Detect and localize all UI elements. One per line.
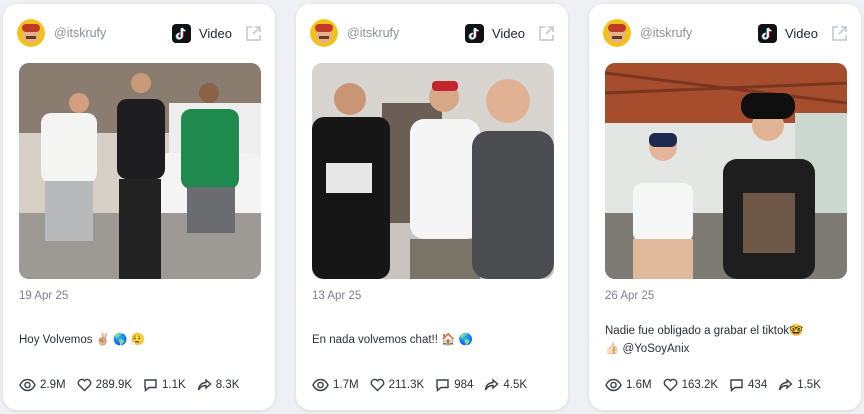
comments-stat: 1.1K (143, 378, 186, 392)
views-stat: 1.6M (605, 378, 652, 392)
share-icon (197, 378, 212, 391)
likes-stat: 163.2K (663, 378, 718, 392)
likes-count: 211.3K (388, 379, 425, 391)
video-type-label: Video (198, 25, 232, 41)
likes-count: 289.9K (95, 379, 133, 391)
views-count: 2.9M (40, 379, 66, 391)
likes-stat: 211.3K (370, 378, 425, 392)
comments-count: 434 (748, 379, 768, 391)
video-card[interactable]: @itskrufy Video 26 Apr 25 Nadie fue obli… (589, 4, 861, 410)
shares-count: 4.5K (503, 379, 528, 391)
views-stat: 1.7M (312, 378, 359, 392)
avatar[interactable] (17, 19, 45, 47)
author-handle[interactable]: @itskrufy (640, 26, 692, 40)
video-card[interactable]: @itskrufy Video 13 Apr 25 En nada volvem… (296, 4, 568, 410)
comments-stat: 434 (729, 378, 767, 392)
comments-stat: 984 (435, 378, 473, 392)
caption-line: Hoy Volvemos ✌🏼 🌎 😮‍💨 (19, 334, 146, 346)
heart-icon (77, 378, 91, 392)
author-handle[interactable]: @itskrufy (54, 26, 106, 40)
video-thumbnail[interactable] (605, 63, 847, 279)
external-link-icon[interactable] (537, 24, 556, 43)
tiktok-icon (757, 23, 777, 43)
eye-icon (19, 378, 36, 392)
shares-stat: 8.3K (197, 378, 240, 392)
views-count: 1.7M (333, 379, 359, 391)
tiktok-icon (464, 23, 484, 43)
shares-count: 1.5K (797, 379, 821, 391)
video-card[interactable]: @itskrufy Video 19 Apr 25 Hoy Volvemos ✌… (3, 4, 275, 410)
stats-bar: 1.7M 211.3K 984 4.5K (312, 376, 558, 394)
views-count: 1.6M (626, 379, 652, 391)
comment-icon (436, 379, 449, 392)
video-type-label: Video (784, 25, 818, 41)
stats-bar: 2.9M 289.9K 1.1K 8.3K (19, 376, 265, 394)
post-date: 13 Apr 25 (312, 290, 362, 302)
caption-line: 👍🏻 @YoSoyAnix (605, 343, 690, 355)
share-icon (779, 378, 793, 391)
share-icon (485, 378, 499, 391)
post-caption: Hoy Volvemos ✌🏼 🌎 😮‍💨 (19, 331, 261, 349)
video-thumbnail[interactable] (312, 63, 554, 279)
external-link-icon[interactable] (830, 24, 849, 43)
card-header: @itskrufy Video (310, 18, 556, 48)
shares-stat: 4.5K (484, 378, 527, 392)
caption-line: Nadie fue obligado a grabar el tiktok🤓 (605, 325, 804, 337)
card-header: @itskrufy Video (17, 18, 263, 48)
post-caption: En nada volvemos chat!! 🏠 🌎 (312, 331, 554, 349)
heart-icon (370, 378, 384, 392)
eye-icon (605, 378, 622, 392)
avatar[interactable] (310, 19, 338, 47)
post-date: 19 Apr 25 (19, 290, 69, 302)
video-thumbnail[interactable] (19, 63, 261, 279)
comments-count: 1.1K (162, 379, 186, 391)
heart-icon (663, 378, 677, 392)
comments-count: 984 (454, 379, 474, 391)
shares-stat: 1.5K (778, 378, 821, 392)
shares-count: 8.3K (215, 379, 240, 391)
avatar[interactable] (603, 19, 631, 47)
comment-icon (730, 379, 743, 392)
post-caption: Nadie fue obligado a grabar el tiktok🤓 👍… (605, 322, 847, 358)
likes-stat: 289.9K (77, 378, 132, 392)
comment-icon (144, 379, 157, 392)
tiktok-icon (171, 23, 191, 43)
post-date: 26 Apr 25 (605, 290, 655, 302)
eye-icon (312, 378, 329, 392)
author-handle[interactable]: @itskrufy (347, 26, 399, 40)
views-stat: 2.9M (19, 378, 66, 392)
external-link-icon[interactable] (244, 24, 263, 43)
video-type-label: Video (491, 25, 525, 41)
stats-bar: 1.6M 163.2K 434 1.5K (605, 376, 851, 394)
card-header: @itskrufy Video (603, 18, 849, 48)
likes-count: 163.2K (681, 379, 719, 391)
caption-line: En nada volvemos chat!! 🏠 🌎 (312, 334, 473, 346)
